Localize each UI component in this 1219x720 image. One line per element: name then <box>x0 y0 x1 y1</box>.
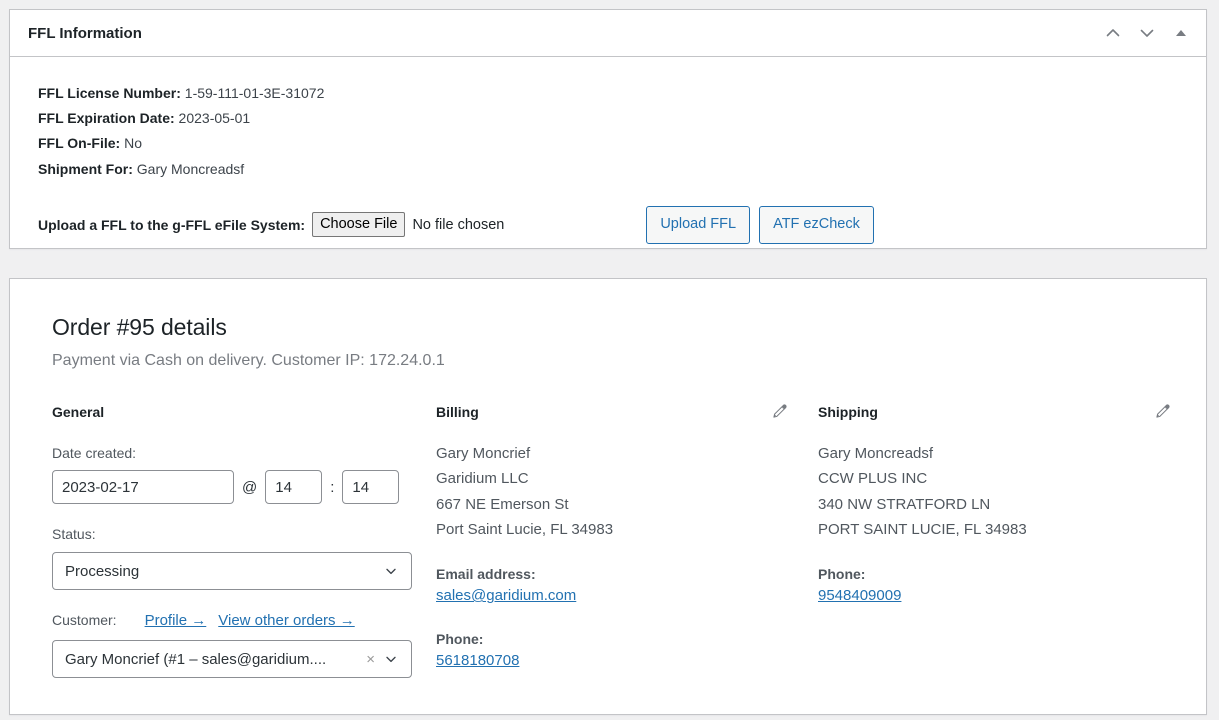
colon-symbol: : <box>330 478 335 496</box>
shipping-phone-label: Phone: <box>818 565 866 582</box>
order-title: Order #95 details <box>52 314 227 340</box>
upload-ffl-button[interactable]: Upload FFL <box>646 205 751 244</box>
shipment-for-label: Shipment For: <box>38 160 133 177</box>
date-created-row: @ : <box>52 470 436 505</box>
billing-address-line: Port Saint Lucie, FL 34983 <box>436 521 614 539</box>
shipping-address-line: 340 NW STRATFORD LN <box>818 495 991 513</box>
file-chosen-status: No file chosen <box>412 216 505 233</box>
date-created-label: Date created: <box>52 444 137 461</box>
clear-customer-icon[interactable]: × <box>366 652 375 667</box>
billing-address-line: 667 NE Emerson St <box>436 495 569 513</box>
pencil-icon[interactable] <box>1153 403 1171 421</box>
admin-page: FFL Information FFL License Number: 1-59… <box>0 0 1219 720</box>
ffl-on-file-label: FFL On-File: <box>38 135 121 152</box>
billing-email-value[interactable]: sales@garidium.com <box>436 587 576 604</box>
general-column: General Date created: @ : Status: Proces… <box>52 403 436 679</box>
ffl-license-number-row: FFL License Number: 1-59-111-01-3E-31072 <box>38 81 1188 106</box>
shipment-for-value: Gary Moncreadsf <box>136 160 245 177</box>
ffl-license-number-label: FFL License Number: <box>38 85 181 101</box>
billing-email-label: Email address: <box>436 565 536 582</box>
chevron-down-icon <box>383 651 399 667</box>
billing-address-line: Garidium LLC <box>436 470 529 488</box>
ffl-on-file-value: No <box>124 135 142 152</box>
ffl-expiration-date-value: 2023-05-01 <box>178 110 251 127</box>
profile-link[interactable]: Profile → <box>145 609 207 633</box>
general-heading: General <box>52 404 105 421</box>
ffl-license-number-value: 1-59-111-01-3E-31072 <box>184 85 325 101</box>
toggle-triangle-up-icon[interactable] <box>1164 16 1198 50</box>
order-status-select-box[interactable]: Processing <box>52 552 412 591</box>
pencil-icon[interactable] <box>770 403 788 421</box>
billing-column: Billing Gary Moncrief Garidium LLC 667 N… <box>436 403 818 678</box>
shipping-column: Shipping Gary Moncreadsf CCW PLUS INC 34… <box>818 403 1188 678</box>
billing-address: Gary Moncrief Garidium LLC 667 NE Emerso… <box>436 441 818 543</box>
billing-phone-value[interactable]: 5618180708 <box>436 652 519 669</box>
shipping-heading: Shipping <box>818 404 878 421</box>
customer-select[interactable]: Gary Moncrief (#1 – sales@garidium.... × <box>52 640 412 679</box>
chevron-up-icon[interactable] <box>1096 16 1130 50</box>
view-other-orders-link[interactable]: View other orders → <box>218 609 354 633</box>
order-details-inner: Order #95 details Payment via Cash on de… <box>10 279 1206 679</box>
panel-handle-actions <box>1096 16 1198 50</box>
ffl-upload-row: Upload a FFL to the g-FFL eFile System: … <box>38 205 1188 244</box>
customer-label: Customer: <box>52 612 117 629</box>
chevron-down-icon <box>383 563 399 579</box>
shipping-phone-value[interactable]: 9548409009 <box>818 587 901 604</box>
order-columns: General Date created: @ : Status: Proces… <box>52 403 1206 679</box>
shipping-address: Gary Moncreadsf CCW PLUS INC 340 NW STRA… <box>818 441 1188 543</box>
shipping-address-line: CCW PLUS INC <box>818 470 928 488</box>
billing-phone-label: Phone: <box>436 631 484 648</box>
ffl-expiration-date-label: FFL Expiration Date: <box>38 110 175 127</box>
choose-file-button[interactable]: Choose File <box>312 212 406 238</box>
ffl-information-panel: FFL Information FFL License Number: 1-59… <box>9 9 1207 249</box>
customer-select-value: Gary Moncrief (#1 – sales@garidium.... <box>65 650 327 668</box>
billing-address-line: Gary Moncrief <box>436 444 531 462</box>
minute-input[interactable] <box>342 470 400 505</box>
order-status-value: Processing <box>65 562 140 580</box>
ffl-on-file-row: FFL On-File: No <box>38 131 1188 156</box>
hour-input[interactable] <box>265 470 323 505</box>
customer-select-box[interactable]: Gary Moncrief (#1 – sales@garidium.... × <box>52 640 412 679</box>
ffl-panel-body: FFL License Number: 1-59-111-01-3E-31072… <box>10 57 1206 244</box>
ffl-file-input[interactable]: Choose File No file chosen <box>312 212 505 238</box>
atf-ezcheck-button[interactable]: ATF ezCheck <box>759 205 874 244</box>
shipping-address-line: PORT SAINT LUCIE, FL 34983 <box>818 521 1027 539</box>
customer-row: Customer: Profile → View other orders → <box>52 609 436 633</box>
order-details-panel: Order #95 details Payment via Cash on de… <box>9 278 1207 715</box>
chevron-down-icon[interactable] <box>1130 16 1164 50</box>
customer-links: Profile → View other orders → <box>145 609 355 633</box>
shipment-for-row: Shipment For: Gary Moncreadsf <box>38 157 1188 182</box>
status-label: Status: <box>52 526 96 543</box>
shipping-address-line: Gary Moncreadsf <box>818 444 934 462</box>
ffl-panel-title: FFL Information <box>28 24 142 42</box>
order-status-select[interactable]: Processing <box>52 552 412 591</box>
at-symbol: @ <box>242 478 258 496</box>
upload-ffl-label: Upload a FFL to the g-FFL eFile System: <box>38 216 306 233</box>
ffl-action-buttons: Upload FFL ATF ezCheck <box>646 205 874 244</box>
billing-heading: Billing <box>436 404 479 421</box>
ffl-expiration-date-row: FFL Expiration Date: 2023-05-01 <box>38 106 1188 131</box>
order-subtitle: Payment via Cash on delivery. Customer I… <box>52 351 445 369</box>
date-created-input[interactable] <box>52 470 234 505</box>
ffl-panel-header: FFL Information <box>10 10 1206 57</box>
